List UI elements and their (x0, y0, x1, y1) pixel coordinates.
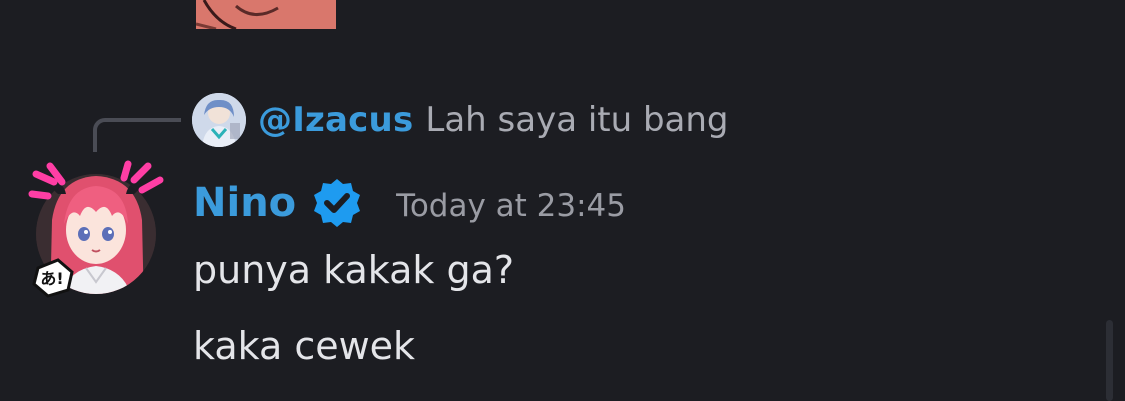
reply-spine (93, 118, 181, 152)
previous-message-image[interactable] (196, 0, 336, 29)
message-text[interactable]: kaka cewek (193, 324, 415, 368)
reply-username[interactable]: @Izacus (258, 100, 413, 140)
message-timestamp: Today at 23:45 (396, 188, 627, 224)
reply-text[interactable]: Lah saya itu bang (425, 100, 728, 140)
user-avatar-icon (192, 93, 246, 147)
author-name[interactable]: Nino (193, 180, 296, 226)
image-preview-icon (196, 0, 336, 29)
svg-text:あ!: あ! (40, 269, 63, 288)
emoji-badge-icon: あ! (32, 258, 74, 298)
reply-preview[interactable]: @Izacus Lah saya itu bang (192, 92, 729, 148)
message-text[interactable]: punya kakak ga? (193, 248, 514, 292)
message-header: Nino Today at 23:45 (193, 174, 626, 232)
chat-view: @Izacus Lah saya itu bang あ! Nino Today … (0, 0, 1125, 401)
anime-avatar-icon: あ! (28, 160, 164, 298)
reply-avatar[interactable] (192, 93, 246, 147)
verified-check-icon (314, 179, 361, 227)
scrollbar[interactable] (1106, 320, 1113, 401)
author-avatar[interactable]: あ! (28, 160, 166, 302)
